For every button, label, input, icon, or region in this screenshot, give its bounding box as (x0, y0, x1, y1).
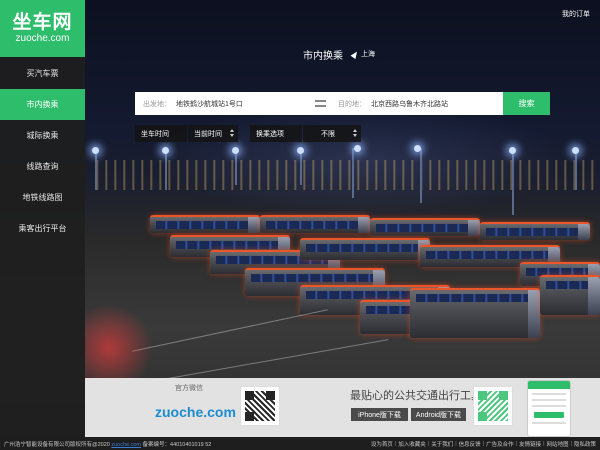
time-label: 坐车时间 (141, 130, 169, 138)
phone-mockup-image (527, 380, 571, 437)
wechat-qr-code (240, 386, 280, 426)
to-input[interactable]: 北京西路乌鲁木齐北路站 (371, 99, 448, 109)
site-logo[interactable]: 坐车网 zuoche.com (0, 0, 85, 57)
footer-copyright: 广州浩宁智能设备有限公司版权所有@2020 zuoche.com 备案编号：44… (4, 440, 211, 448)
street-lamp (232, 147, 239, 154)
from-field[interactable]: 出发地： 地铁鹤沙航城站1号口 (135, 99, 310, 109)
icp-text: 备案编号：44010401019 52 (142, 441, 212, 448)
app-promo-banner: 官方微信 zuoche.com 最贴心的公共交通出行工具 iPhone版下载 A… (85, 378, 600, 437)
parking-line (151, 339, 389, 382)
my-orders-link[interactable]: 我的订单 (562, 9, 590, 19)
swap-icon (314, 99, 326, 108)
section-title: 市内换乘 (303, 51, 343, 62)
footer-link-add-favorite[interactable]: 加入收藏夹 (398, 440, 426, 448)
footer-links: 设为首页 | 加入收藏夹 | 关于我们 | 信息反馈 | 广告及合作 | 友情链接 | 网站… (370, 440, 596, 448)
footer-link-set-homepage[interactable]: 设为首页 (371, 440, 393, 448)
app-qr-code (473, 386, 513, 426)
lamp-pole (95, 150, 97, 190)
sidebar: 坐车网 zuoche.com 买汽车票 市内换乘 城际换乘 线路查询 地铁线路图… (0, 0, 85, 437)
iphone-download-button[interactable]: iPhone版下载 (351, 408, 408, 421)
tail-light-glow (85, 300, 165, 380)
time-select[interactable]: 当前时间 (188, 125, 238, 142)
filter-bar: 坐车时间 当前时间 换乘选项 不限 (135, 125, 362, 142)
footer: 广州浩宁智能设备有限公司版权所有@2020 zuoche.com 备案编号：44… (0, 437, 600, 450)
street-lamp (92, 147, 99, 154)
bus (300, 238, 430, 260)
footer-link-friends[interactable]: 友情链接 (519, 440, 541, 448)
swap-button[interactable] (310, 99, 330, 108)
nav-item-passenger-platform[interactable]: 乘客出行平台 (0, 213, 85, 244)
bus (480, 222, 590, 240)
city-name: 上海 (361, 51, 375, 58)
street-lamp (509, 147, 516, 154)
lamp-pole (575, 150, 577, 190)
option-label: 换乘选项 (256, 130, 284, 138)
location-arrow-icon (350, 49, 360, 59)
time-filter-label: 坐车时间 (135, 125, 187, 142)
domain-link[interactable]: zuoche.com (111, 442, 141, 448)
app-slogan: 最贴心的公共交通出行工具 (350, 390, 482, 402)
search-bar: 出发地： 地铁鹤沙航城站1号口 目的地： 北京西路乌鲁木齐北路站 (135, 92, 503, 115)
option-value: 不限 (321, 130, 335, 138)
lamp-pole (420, 148, 422, 203)
to-label: 目的地： (338, 100, 366, 108)
caret-down-icon (230, 134, 234, 137)
android-download-button[interactable]: Android版下载 (411, 408, 466, 421)
from-label: 出发地： (143, 100, 171, 108)
street-lamp (414, 145, 421, 152)
street-lamp (354, 145, 361, 152)
lamp-pole (165, 150, 167, 190)
lamp-pole (512, 150, 514, 215)
bus (410, 288, 540, 338)
nav-item-metro-map[interactable]: 地铁线路图 (0, 182, 85, 213)
bus (260, 215, 370, 233)
sidebar-nav: 买汽车票 市内换乘 城际换乘 线路查询 地铁线路图 乘客出行平台 (0, 57, 85, 244)
footer-link-feedback[interactable]: 信息反馈 (459, 440, 481, 448)
street-lamp (572, 147, 579, 154)
search-button[interactable]: 搜索 (503, 92, 550, 115)
city-selector[interactable]: 上海 (350, 49, 375, 59)
bus (540, 275, 600, 315)
time-value: 当前时间 (194, 130, 222, 138)
street-lamp (162, 147, 169, 154)
company-text: 广州浩宁智能设备有限公司版权所有@2020 (4, 441, 110, 448)
lamp-pole (352, 148, 354, 198)
wechat-label: 官方微信 (175, 385, 203, 392)
filter-gap (239, 125, 249, 142)
lamp-pole (300, 150, 302, 185)
background-photo (0, 0, 600, 437)
nav-item-intercity-transfer[interactable]: 城际换乘 (0, 120, 85, 151)
caret-up-icon (353, 129, 357, 132)
footer-link-privacy[interactable]: 隐私政策 (574, 440, 596, 448)
street-lamp (297, 147, 304, 154)
option-filter-label: 换乘选项 (250, 125, 302, 142)
caret-down-icon (353, 134, 357, 137)
footer-link-about[interactable]: 关于我们 (431, 440, 453, 448)
footer-link-sitemap[interactable]: 网站地图 (547, 440, 569, 448)
option-select[interactable]: 不限 (303, 125, 361, 142)
nav-item-bus-tickets[interactable]: 买汽车票 (0, 57, 85, 89)
footer-link-advertising[interactable]: 广告及合作 (486, 440, 514, 448)
bus (370, 218, 480, 236)
logo-subtitle: zuoche.com (15, 33, 70, 44)
from-input[interactable]: 地铁鹤沙航城站1号口 (176, 99, 243, 109)
bus (150, 215, 260, 233)
logo-title: 坐车网 (12, 11, 73, 33)
nav-item-route-lookup[interactable]: 线路查询 (0, 151, 85, 182)
wechat-logo: zuoche.com (155, 404, 236, 420)
caret-up-icon (230, 129, 234, 132)
lamp-pole (235, 150, 237, 185)
to-field[interactable]: 目的地： 北京西路乌鲁木齐北路站 (330, 99, 503, 109)
nav-item-city-transfer[interactable]: 市内换乘 (0, 89, 85, 120)
